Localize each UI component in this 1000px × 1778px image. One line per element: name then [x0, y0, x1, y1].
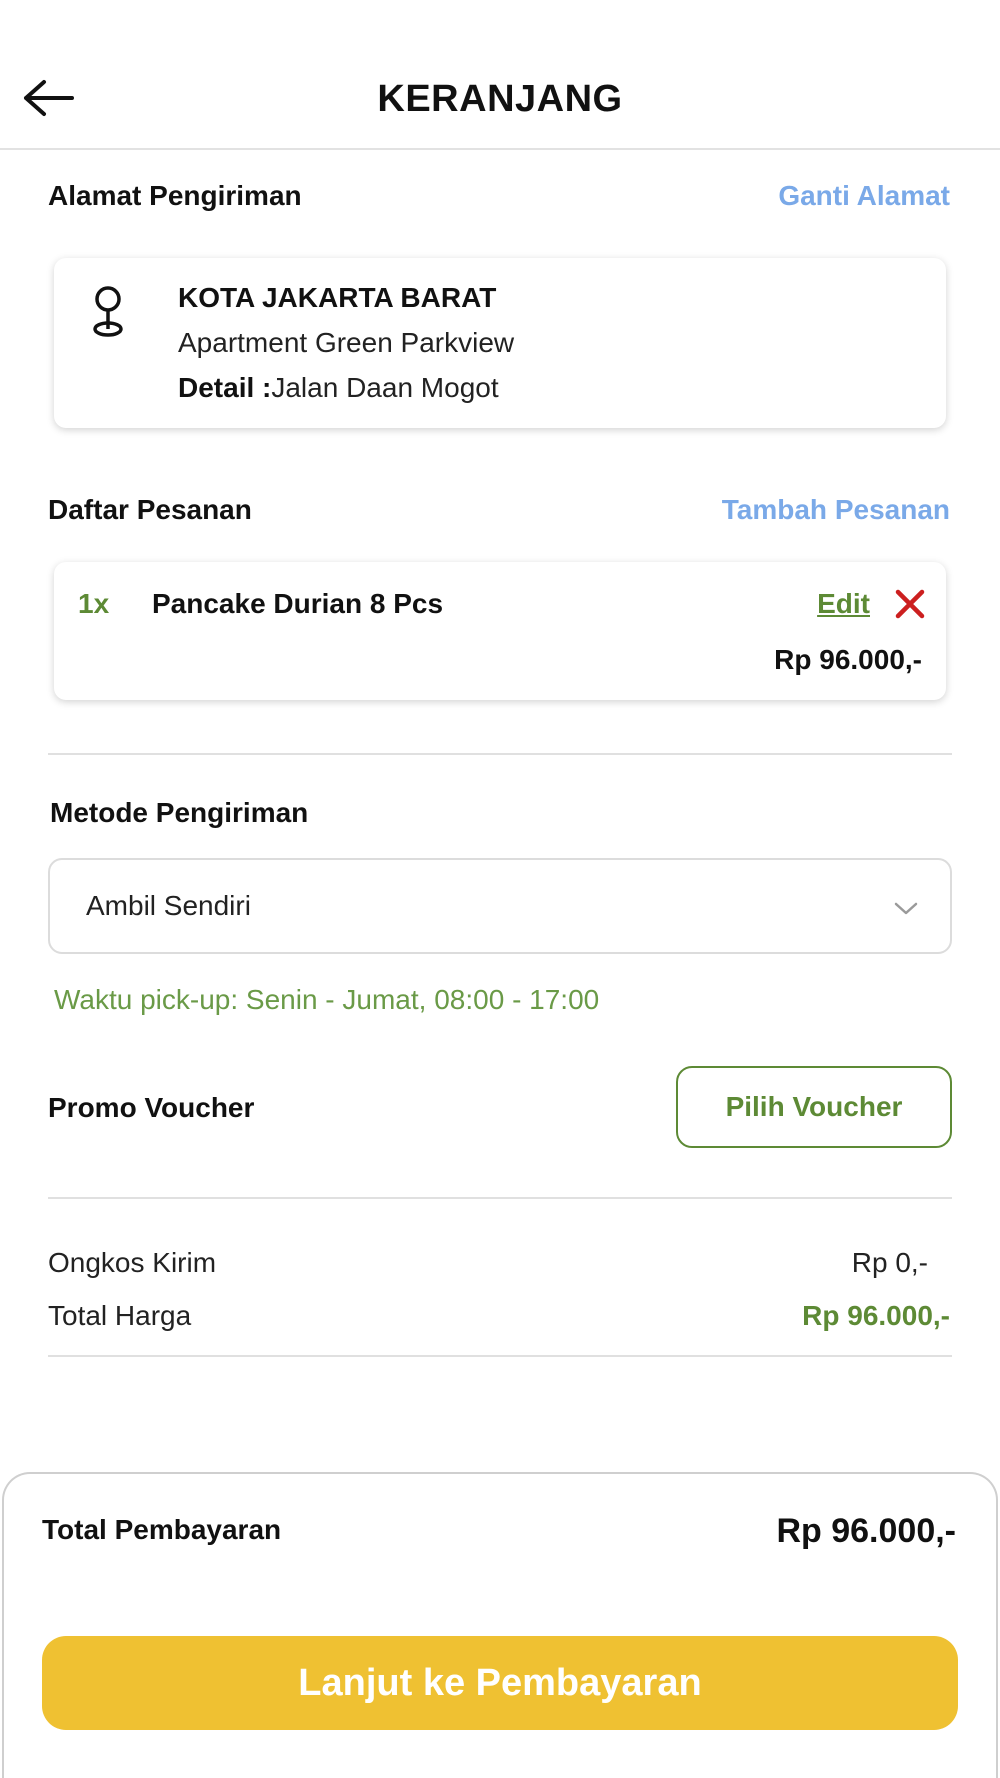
voucher-section-title: Promo Voucher — [48, 1092, 255, 1123]
location-pin-icon — [88, 285, 128, 339]
order-item-qty: 1x — [78, 588, 110, 619]
page-title: KERANJANG — [377, 78, 623, 120]
address-detail-label: Detail : — [178, 372, 272, 403]
total-price-label: Total Harga — [48, 1300, 192, 1331]
shipping-cost-label: Ongkos Kirim — [48, 1247, 217, 1278]
chevron-down-icon — [894, 898, 918, 918]
address-section-title: Alamat Pengiriman — [48, 180, 302, 211]
total-payment-label: Total Pembayaran — [42, 1514, 282, 1545]
orders-section-title: Daftar Pesanan — [48, 494, 252, 525]
order-item-price: Rp 96.000,- — [774, 644, 922, 675]
divider — [48, 1355, 952, 1357]
address-detail: Detail :Jalan Daan Mogot — [178, 372, 499, 404]
address-city: KOTA JAKARTA BARAT — [178, 282, 497, 313]
total-payment-value: Rp 96.000,- — [776, 1512, 956, 1550]
shipping-cost-value: Rp 0,- — [851, 1247, 928, 1278]
continue-to-payment-button[interactable]: Lanjut ke Pembayaran — [42, 1636, 958, 1730]
total-price-value: Rp 96.000,- — [802, 1300, 950, 1331]
address-name: Apartment Green Parkview — [178, 327, 515, 358]
shipping-section-title: Metode Pengiriman — [50, 797, 309, 828]
order-item-card — [54, 562, 946, 700]
close-icon — [895, 589, 925, 619]
add-order-link[interactable]: Tambah Pesanan — [650, 494, 950, 526]
shipping-method-value: Ambil Sendiri — [86, 890, 251, 921]
edit-item-link[interactable]: Edit — [800, 588, 870, 620]
order-item-name: Pancake Durian 8 Pcs — [152, 588, 444, 619]
address-detail-value: Jalan Daan Mogot — [271, 372, 499, 403]
remove-item-button[interactable] — [892, 586, 928, 622]
pickup-time-note: Waktu pick-up: Senin - Jumat, 08:00 - 17… — [54, 984, 600, 1015]
change-address-link[interactable]: Ganti Alamat — [650, 180, 950, 212]
divider — [48, 1197, 952, 1199]
header-bar — [0, 0, 1000, 150]
choose-voucher-button[interactable]: Pilih Voucher — [676, 1066, 952, 1148]
divider — [48, 753, 952, 755]
